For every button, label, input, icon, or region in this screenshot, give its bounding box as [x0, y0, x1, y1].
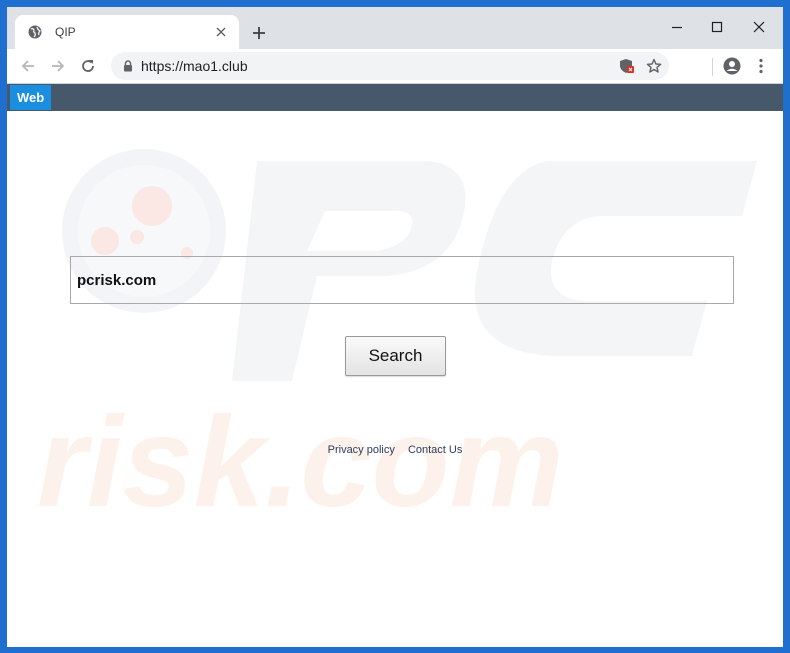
minimize-button[interactable]: [659, 15, 695, 39]
address-url[interactable]: https://mao1.club: [141, 58, 248, 74]
pcrisk-watermark: risk.com: [37, 149, 757, 534]
tab-close-icon[interactable]: [213, 24, 229, 40]
search-input[interactable]: [70, 256, 734, 304]
browser-window: QIP https://mao1.club Web risk.com pcris…: [7, 7, 783, 647]
back-button[interactable]: [16, 54, 40, 78]
bookmark-star-icon[interactable]: [645, 57, 663, 75]
privacy-policy-link[interactable]: Privacy policy: [328, 444, 395, 456]
kebab-menu-icon: [759, 58, 763, 74]
new-tab-button[interactable]: [249, 23, 269, 43]
arrow-right-icon: [52, 60, 65, 72]
lock-icon: [121, 59, 135, 73]
browser-tab[interactable]: QIP: [15, 15, 239, 49]
contact-us-link[interactable]: Contact Us: [408, 444, 462, 456]
browser-toolbar: https://mao1.club: [7, 49, 783, 84]
forward-button[interactable]: [46, 54, 70, 78]
extension-shield-icon[interactable]: [619, 58, 635, 74]
close-window-button[interactable]: [741, 15, 777, 39]
account-icon: [723, 57, 741, 75]
footer-links: Privacy policy Contact Us: [7, 444, 783, 456]
title-bar: QIP: [7, 7, 783, 49]
toolbar-divider: [712, 58, 713, 76]
close-icon: [753, 21, 765, 33]
maximize-button[interactable]: [699, 15, 735, 39]
maximize-icon: [711, 21, 723, 33]
arrow-left-icon: [21, 60, 34, 72]
reload-button[interactable]: [76, 54, 100, 78]
account-button[interactable]: [721, 55, 743, 77]
site-nav-bar: Web: [7, 84, 783, 111]
plus-icon: [253, 27, 265, 39]
minimize-icon: [672, 26, 682, 29]
globe-icon: [27, 24, 43, 40]
reload-icon: [82, 60, 94, 72]
web-tab[interactable]: Web: [10, 85, 52, 110]
watermark-text: risk.com: [37, 391, 564, 534]
search-button[interactable]: Search: [345, 336, 446, 376]
address-bar[interactable]: https://mao1.club: [111, 52, 669, 80]
tab-title: QIP: [55, 25, 76, 39]
browser-menu-button[interactable]: [752, 55, 770, 77]
page-content: risk.com Search Privacy policy Contact U…: [7, 111, 783, 647]
